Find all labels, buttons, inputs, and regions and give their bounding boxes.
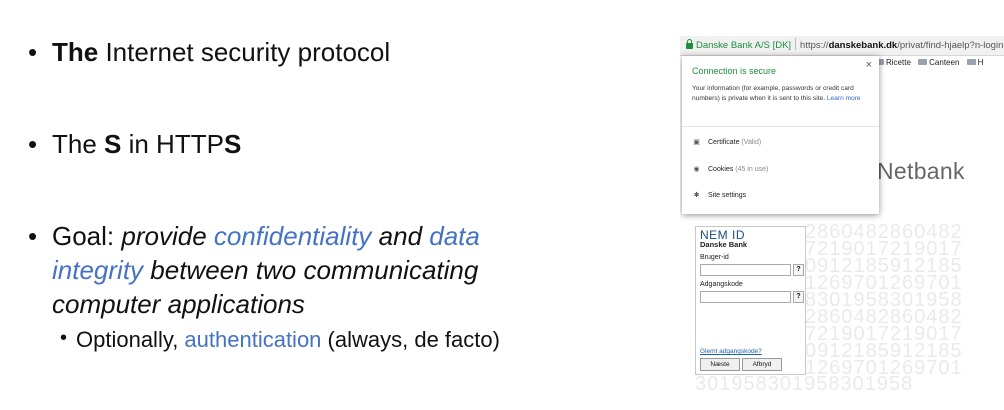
browser-screenshot: Danske Bank A/S [DK] https://danskebank.d… [680, 36, 1004, 402]
password-input[interactable] [700, 291, 791, 303]
divider [682, 126, 879, 127]
netbank-heading: Netbank [877, 158, 965, 184]
url-text[interactable]: https://danskebank.dk/privat/find-hjaelp… [800, 40, 1003, 51]
bank-name: Danske Bank [700, 240, 748, 249]
folder-icon [966, 59, 976, 65]
popup-title: Connection is secure [692, 66, 777, 76]
user-id-label: Bruger-id [700, 254, 729, 261]
learn-more-link[interactable]: Learn more [827, 95, 861, 102]
bullet-https: • The S in HTTPS [28, 129, 242, 159]
cookies-row[interactable]: ◉ Cookies (45 in use) [692, 165, 768, 173]
site-identity[interactable]: Danske Bank A/S [DK] [696, 40, 791, 51]
bullet-dot: • [28, 129, 38, 159]
site-settings-row[interactable]: ✱ Site settings [692, 191, 747, 199]
nemid-login-box: NEM ID Danske Bank Bruger-id ? Adgangsko… [695, 226, 806, 375]
gear-icon: ✱ [693, 192, 700, 199]
address-bar[interactable]: Danske Bank A/S [DK] https://danskebank.d… [680, 36, 1004, 56]
slide-bullets: • The Internet security protocol • The S… [0, 0, 640, 410]
certificate-row[interactable]: ▣ Certificate (Valid) [692, 138, 761, 146]
password-label: Adgangskode [700, 281, 743, 288]
user-id-help-button[interactable]: ? [793, 264, 804, 276]
forgot-password-link[interactable]: Glemt adgangskode? [700, 348, 762, 355]
subbullet-authentication: • Optionally, authentication (always, de… [60, 327, 500, 352]
password-help-button[interactable]: ? [793, 291, 804, 303]
divider [795, 38, 797, 50]
bullet-goal-line2: integrity between two communicating [52, 255, 479, 285]
next-button[interactable]: Næste [700, 358, 740, 371]
bookmarks-bar: Ricette Canteen H [870, 56, 983, 70]
cancel-button[interactable]: Afbryd [742, 358, 782, 371]
bullet-dot: • [60, 327, 68, 349]
certificate-icon: ▣ [693, 139, 700, 146]
cookie-icon: ◉ [693, 166, 700, 173]
bookmark-canteen[interactable]: Canteen [929, 58, 959, 67]
decorative-digits-bottom: 301958301958301958 [695, 376, 914, 393]
connection-secure-popup: Connection is secure × Your information … [682, 56, 879, 214]
bookmark-h[interactable]: H [978, 58, 984, 67]
bookmark-ricette[interactable]: Ricette [886, 58, 911, 67]
bullet-dot: • [28, 37, 38, 67]
popup-description: Your information (for example, passwords… [692, 85, 861, 102]
close-icon[interactable]: × [866, 59, 872, 71]
lock-icon[interactable] [686, 39, 693, 49]
user-id-input[interactable] [700, 264, 791, 276]
bullet-protocol: • The Internet security protocol [28, 37, 391, 67]
bullet-dot: • [28, 221, 38, 251]
folder-icon [918, 59, 928, 65]
bullet-goal: • Goal: provide confidentiality and data [28, 221, 480, 251]
bullet-goal-line3: computer applications [52, 289, 305, 319]
